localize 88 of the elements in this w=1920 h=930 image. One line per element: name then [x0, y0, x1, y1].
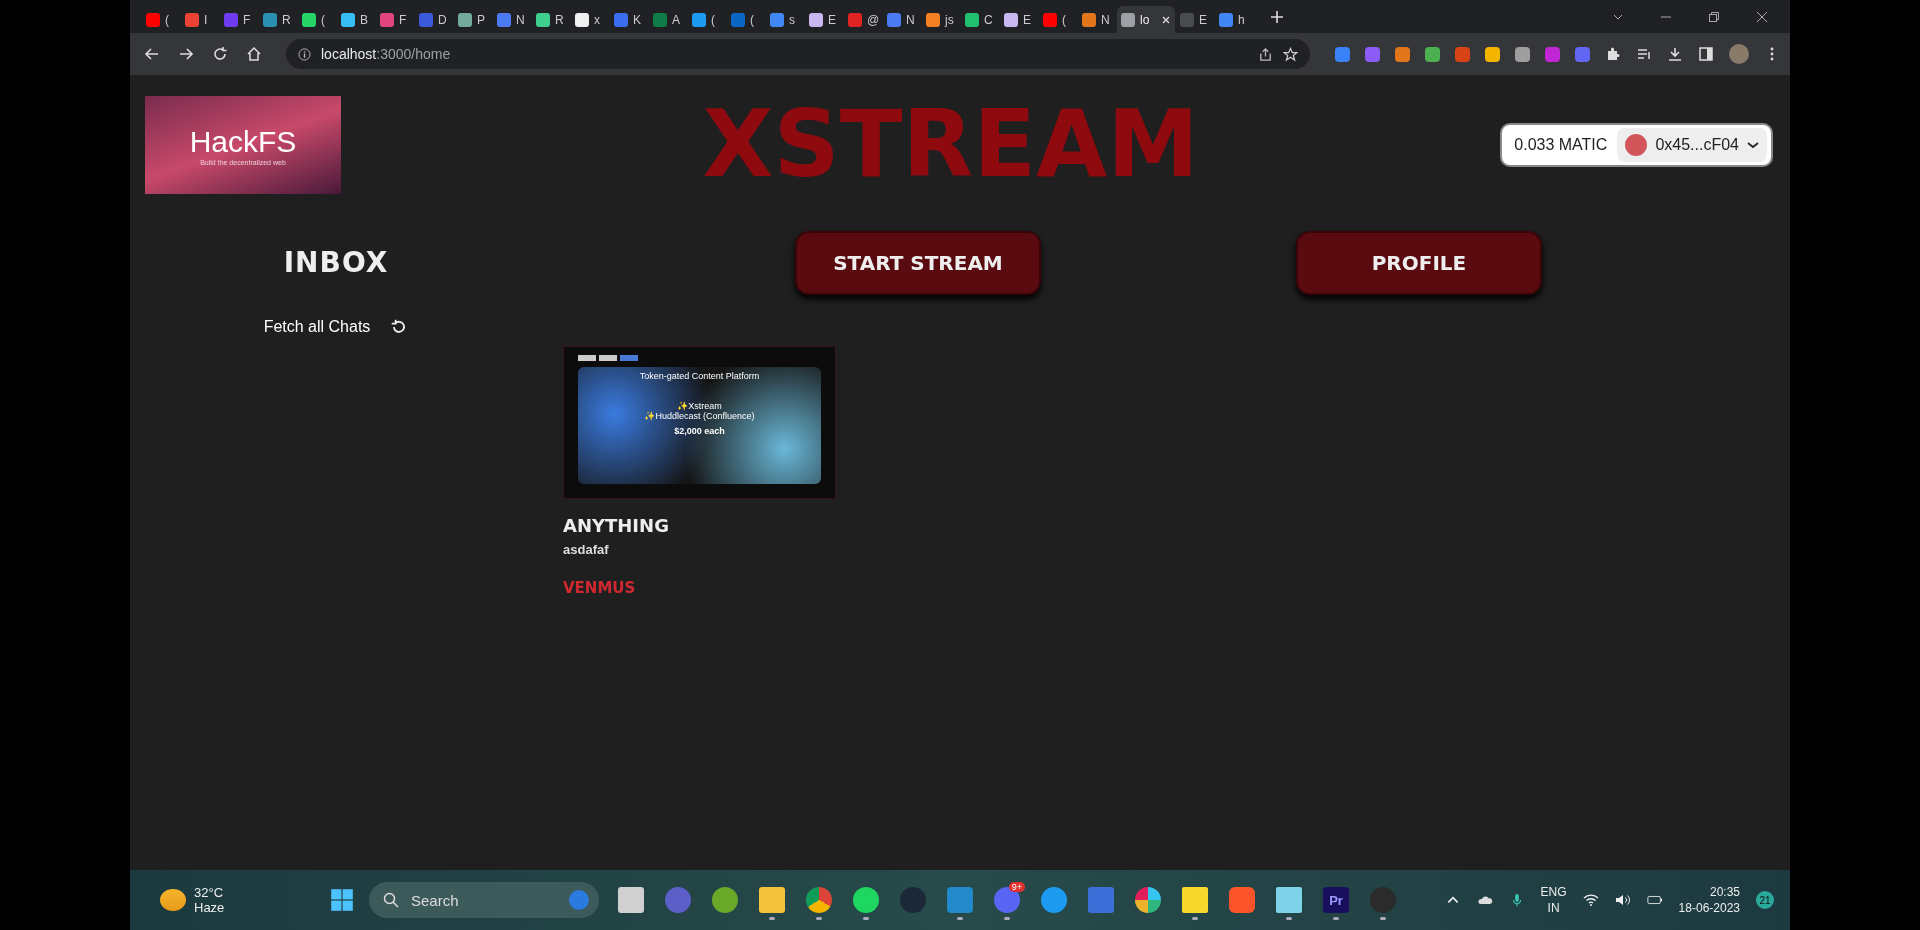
- extension-icon[interactable]: [1455, 46, 1470, 62]
- balance-text: 0.033 MATIC: [1514, 136, 1608, 154]
- browser-tab[interactable]: P: [454, 6, 492, 33]
- browser-tab[interactable]: R: [259, 6, 297, 33]
- browser-tab[interactable]: K: [610, 6, 648, 33]
- extension-icon[interactable]: [1515, 46, 1530, 62]
- cloud-icon[interactable]: [1476, 893, 1493, 907]
- star-icon[interactable]: [1283, 46, 1298, 62]
- profile-button[interactable]: PROFILE: [1296, 230, 1542, 295]
- extension-icon[interactable]: [1575, 46, 1590, 62]
- video-title: ANYTHING: [563, 515, 669, 536]
- thumbnail-line: ✨Xstream: [677, 401, 722, 411]
- thumbnail-heading: Token-gated Content Platform: [639, 371, 760, 381]
- account-button[interactable]: 0x45...cF04: [1617, 128, 1767, 162]
- share-icon[interactable]: [1258, 46, 1273, 62]
- browser-tab[interactable]: B: [337, 6, 375, 33]
- extension-icon[interactable]: [1395, 46, 1410, 62]
- puzzle-icon[interactable]: [1605, 46, 1621, 62]
- address-field[interactable]: localhost:3000/home: [286, 39, 1310, 69]
- video-description: asdafaf: [563, 542, 609, 557]
- video-thumbnail[interactable]: Token-gated Content Platform ✨Xstream ✨Huddlecast (Confluence) $2,000 each: [563, 346, 836, 499]
- weather-condition: Haze: [194, 900, 225, 915]
- extension-icon[interactable]: [1335, 46, 1350, 62]
- browser-tab[interactable]: N: [493, 6, 531, 33]
- premiere-icon: Pr: [1323, 887, 1349, 913]
- browser-tab[interactable]: F: [220, 6, 258, 33]
- account-avatar-icon: [1625, 134, 1648, 156]
- browser-tab[interactable]: E: [1000, 6, 1038, 33]
- browser-tab[interactable]: h: [1215, 6, 1253, 33]
- clock[interactable]: 20:35 18-06-2023: [1678, 883, 1740, 917]
- volume-icon[interactable]: [1614, 893, 1631, 907]
- browser-tab[interactable]: C: [961, 6, 999, 33]
- browser-tab[interactable]: F: [376, 6, 414, 33]
- browser-tab[interactable]: E: [805, 6, 843, 33]
- restore-icon[interactable]: [1708, 10, 1720, 23]
- thumbnail-prize: $2,000 each: [674, 426, 725, 436]
- wallet-button[interactable]: 0.033 MATIC 0x45...cF04: [1500, 123, 1773, 167]
- browser-tab[interactable]: js: [922, 6, 960, 33]
- forward-icon[interactable]: [178, 46, 194, 62]
- browser-tab[interactable]: E: [1176, 6, 1214, 33]
- extension-icon[interactable]: [1425, 46, 1440, 62]
- language-indicator[interactable]: ENG IN: [1540, 883, 1567, 917]
- extension-icon[interactable]: [1365, 46, 1380, 62]
- info-icon[interactable]: [298, 47, 311, 61]
- browser-tab[interactable]: s: [766, 6, 804, 33]
- browser-tab[interactable]: (: [298, 6, 336, 33]
- reload-icon[interactable]: [212, 46, 228, 62]
- browser-tab[interactable]: (: [1039, 6, 1077, 33]
- browser-tab[interactable]: lo: [1117, 6, 1175, 33]
- logo-title: HackFS: [189, 124, 297, 159]
- temperature-text: 32°C: [194, 885, 225, 900]
- back-icon[interactable]: [144, 46, 160, 62]
- battery-icon[interactable]: [1646, 893, 1663, 907]
- browser-tab[interactable]: @: [844, 6, 882, 33]
- sun-haze-icon[interactable]: [160, 889, 186, 911]
- browser-tab[interactable]: I: [181, 6, 219, 33]
- browser-tab[interactable]: N: [1078, 6, 1116, 33]
- avatar-icon[interactable]: [1729, 44, 1749, 64]
- browser-tab[interactable]: (: [142, 6, 180, 33]
- windows-start-icon[interactable]: [330, 888, 354, 912]
- fetch-chats-button[interactable]: Fetch all Chats: [263, 318, 409, 336]
- search-icon: [383, 892, 399, 908]
- logo-strip-icon: [578, 355, 638, 361]
- notification-badge[interactable]: 21: [1756, 891, 1774, 909]
- taskbar-app-button[interactable]: 9+: [989, 880, 1025, 920]
- app-title: XSTREAM: [702, 99, 1199, 191]
- inbox-heading: INBOX: [283, 246, 389, 279]
- playlist-icon[interactable]: [1636, 46, 1652, 62]
- close-icon[interactable]: [1756, 10, 1768, 23]
- taskbar-search-field[interactable]: Search: [369, 882, 599, 918]
- notification-badge: 9+: [1008, 882, 1025, 892]
- browser-tab[interactable]: D: [415, 6, 453, 33]
- start-stream-button[interactable]: START STREAM: [795, 230, 1041, 295]
- download-icon[interactable]: [1667, 46, 1683, 62]
- browser-tab[interactable]: R: [532, 6, 570, 33]
- taskbar-app-button[interactable]: Pr: [1318, 880, 1354, 920]
- thumbnail-line: ✨Huddlecast (Confluence): [644, 411, 755, 421]
- browser-tab[interactable]: (: [688, 6, 726, 33]
- extension-icon[interactable]: [1485, 46, 1500, 62]
- browser-tab[interactable]: A: [649, 6, 687, 33]
- new-tab-icon[interactable]: [1270, 9, 1284, 24]
- browser-tab[interactable]: (: [727, 6, 765, 33]
- chevron-down-icon: [1747, 141, 1759, 149]
- wifi-icon[interactable]: [1582, 893, 1599, 907]
- browser-tab[interactable]: x: [571, 6, 609, 33]
- home-icon[interactable]: [246, 46, 262, 62]
- browser-tab[interactable]: N: [883, 6, 921, 33]
- sidebar-icon[interactable]: [1698, 46, 1714, 62]
